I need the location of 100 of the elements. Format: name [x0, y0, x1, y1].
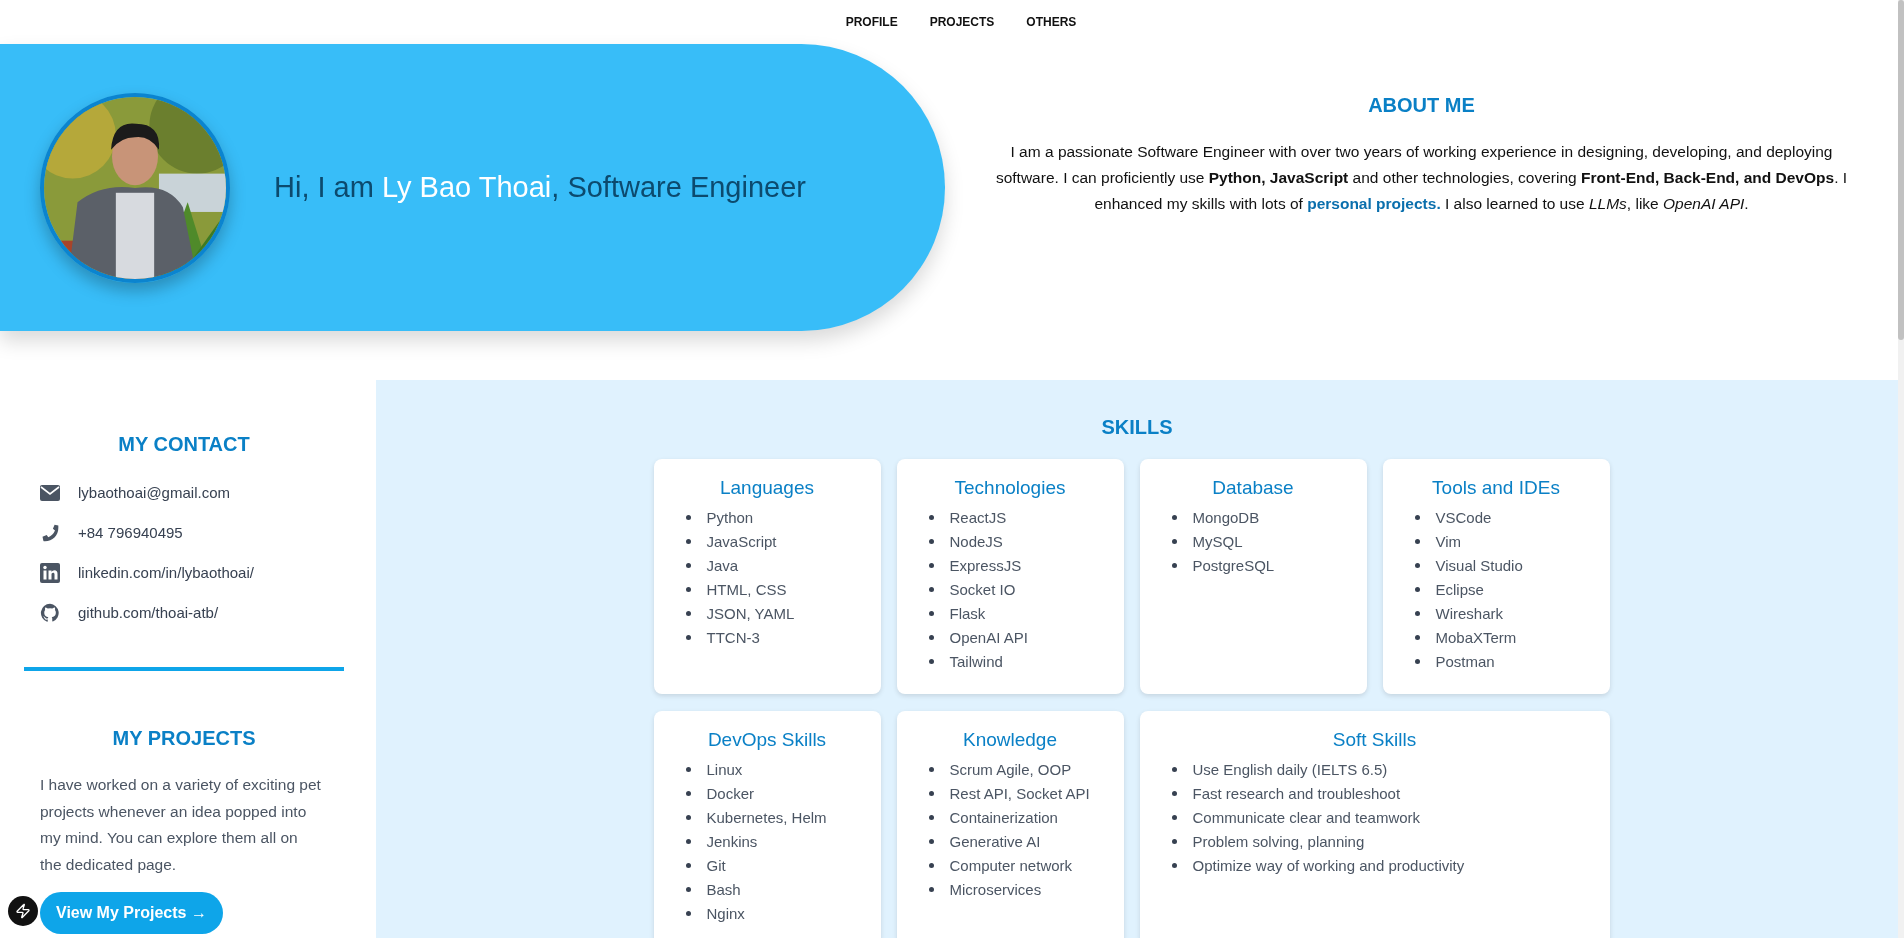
- bullet-icon: [928, 766, 934, 772]
- card-title: Technologies: [953, 477, 1067, 499]
- nav-link[interactable]: OTHERS: [1026, 15, 1077, 29]
- bullet-icon: [1414, 610, 1420, 616]
- bullet-icon: [928, 658, 934, 664]
- bullet-icon: [928, 562, 934, 568]
- bullet-icon: [928, 814, 934, 820]
- skill-text: Fast research and troubleshoot: [1192, 784, 1401, 802]
- section-title: SKILLS: [1101, 416, 1173, 439]
- bullet-icon: [928, 514, 934, 520]
- bullet-icon: [685, 886, 691, 892]
- skill-text: Java: [706, 556, 739, 574]
- bullet-icon: [1171, 766, 1177, 772]
- bullet-icon: [928, 586, 934, 592]
- card-title: Soft Skills: [1331, 729, 1418, 751]
- nav-link[interactable]: PROJECTS: [929, 15, 995, 29]
- bullet-icon: [1414, 634, 1420, 640]
- projects-text: I have worked on a variety of exciting pet projects whenever an idea popped into my mind. You can explore them all on the dedicated page.: [40, 775, 322, 875]
- github-icon: [40, 602, 60, 623]
- section-title: ABOUT ME: [1368, 94, 1475, 117]
- bullet-icon: [1171, 538, 1177, 544]
- bullet-icon: [1414, 562, 1420, 568]
- lightning-button[interactable]: [8, 896, 38, 926]
- skill-text: Vim: [1435, 532, 1462, 550]
- lightning-icon: [15, 903, 31, 919]
- skill-text: MongoDB: [1192, 508, 1260, 526]
- bullet-icon: [685, 610, 691, 616]
- section-title: MY PROJECTS: [111, 727, 257, 750]
- skill-text: Linux: [706, 760, 743, 778]
- bullet-icon: [1171, 514, 1177, 520]
- bullet-icon: [685, 562, 691, 568]
- card-title: Knowledge: [962, 729, 1058, 751]
- bullet-icon: [1414, 658, 1420, 664]
- skill-text: TTCN-3: [706, 628, 760, 646]
- bullet-icon: [685, 814, 691, 820]
- bullet-icon: [685, 862, 691, 868]
- card-title: Languages: [718, 477, 815, 499]
- bullet-icon: [928, 610, 934, 616]
- skill-text: Kubernetes, Helm: [706, 808, 827, 826]
- skill-text: JavaScript: [706, 532, 777, 550]
- bullet-icon: [685, 910, 691, 916]
- card-title: DevOps Skills: [706, 729, 828, 751]
- skill-text: Computer network: [949, 856, 1073, 874]
- bullet-icon: [1171, 562, 1177, 568]
- skill-text: Nginx: [706, 904, 745, 922]
- bullet-icon: [685, 766, 691, 772]
- contact-text: github.com/thoai-atb/: [78, 604, 219, 621]
- skill-text: ReactJS: [949, 508, 1007, 526]
- contact-text: +84 796940495: [78, 524, 183, 541]
- skill-text: NodeJS: [949, 532, 1003, 550]
- skill-text: Flask: [949, 604, 986, 622]
- bullet-icon: [685, 790, 691, 796]
- skill-text: JSON, YAML: [706, 604, 795, 622]
- skill-text: Wireshark: [1435, 604, 1503, 622]
- skill-text: Use English daily (IELTS 6.5): [1192, 760, 1388, 778]
- skill-text: Git: [706, 856, 726, 874]
- bullet-icon: [685, 634, 691, 640]
- bullet-icon: [1171, 814, 1177, 820]
- skill-text: Tailwind: [949, 652, 1003, 670]
- skill-text: MobaXTerm: [1435, 628, 1517, 646]
- bullet-icon: [1414, 514, 1420, 520]
- bullet-icon: [1171, 790, 1177, 796]
- skill-text: Postman: [1435, 652, 1495, 670]
- contact-text: linkedin.com/in/lybaothoai/: [78, 564, 254, 581]
- skill-text: Optimize way of working and productivity: [1192, 856, 1465, 874]
- skill-text: Bash: [706, 880, 741, 898]
- card-title: Tools and IDEs: [1431, 477, 1561, 499]
- bullet-icon: [685, 514, 691, 520]
- bullet-icon: [928, 538, 934, 544]
- skill-text: Python: [706, 508, 754, 526]
- bullet-icon: [928, 790, 934, 796]
- phone-icon: [40, 522, 60, 543]
- bullet-icon: [685, 586, 691, 592]
- about-text: I am a passionate Software Engineer with over two years of working experience in designing, developing, and deploying software. I can proficiently use Python, JavaScript and other technologies, covering Front-End, Back-End, and DevOps. I enhanced my skills with lots of personal projects. I also learned to use LLMs, like OpenAI API.: [994, 142, 1849, 214]
- skill-text: Communicate clear and teamwork: [1192, 808, 1421, 826]
- skill-text: MySQL: [1192, 532, 1243, 550]
- skill-text: Visual Studio: [1435, 556, 1523, 574]
- skill-text: Scrum Agile, OOP: [949, 760, 1072, 778]
- nav-link[interactable]: PROFILE: [845, 15, 898, 29]
- bullet-icon: [1414, 586, 1420, 592]
- skill-text: OpenAI API: [949, 628, 1028, 646]
- skill-text: HTML, CSS: [706, 580, 787, 598]
- greeting-text: Hi, I am Ly Bao Thoai, Software Engineer: [274, 171, 806, 204]
- bullet-icon: [1171, 838, 1177, 844]
- linkedin-icon: [40, 562, 60, 583]
- skill-text: PostgreSQL: [1192, 556, 1275, 574]
- bullet-icon: [685, 538, 691, 544]
- skill-text: Generative AI: [949, 832, 1041, 850]
- card-title: Database: [1211, 477, 1295, 499]
- envelope-icon: [40, 484, 60, 501]
- skill-text: Rest API, Socket API: [949, 784, 1090, 802]
- skill-text: Jenkins: [706, 832, 758, 850]
- bullet-icon: [928, 634, 934, 640]
- bullet-icon: [928, 886, 934, 892]
- skill-text: Docker: [706, 784, 754, 802]
- bullet-icon: [928, 838, 934, 844]
- bullet-icon: [1171, 862, 1177, 868]
- bullet-icon: [928, 862, 934, 868]
- projects-link[interactable]: personal projects.: [1307, 195, 1441, 212]
- skill-text: Eclipse: [1435, 580, 1484, 598]
